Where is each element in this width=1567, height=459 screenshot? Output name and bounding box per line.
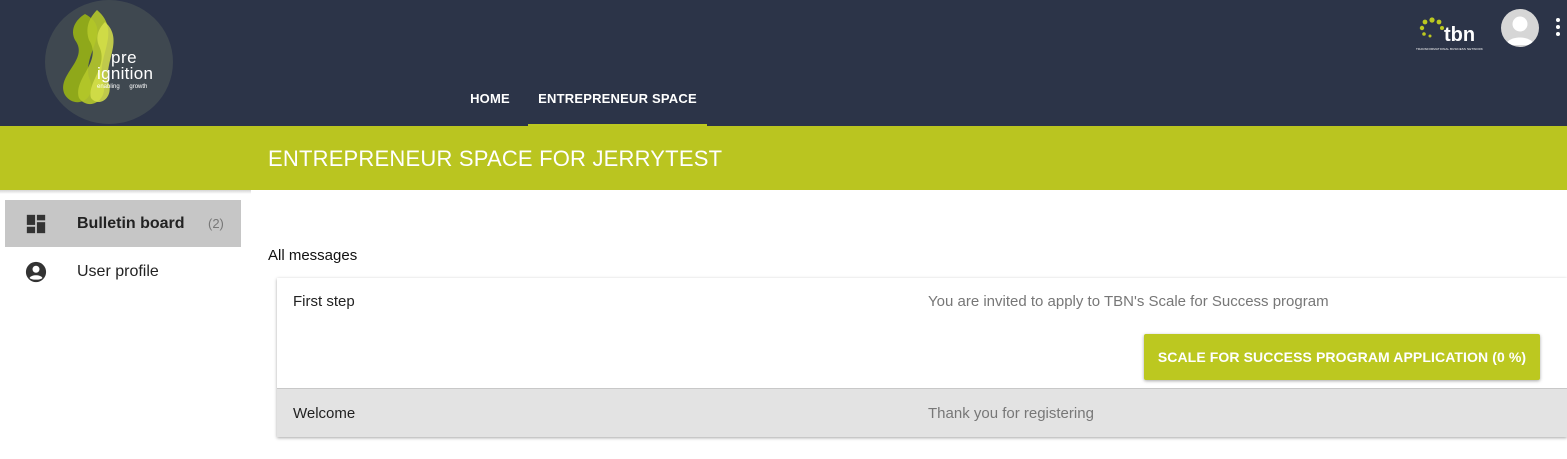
message-row[interactable]: First step You are invited to apply to T… [277, 278, 1567, 388]
tab-home[interactable]: HOME [452, 78, 528, 126]
message-text: Thank you for registering [928, 405, 1094, 422]
logo-tagline: enabling growth [97, 84, 148, 90]
preignition-logo[interactable]: pre ignition enabling growth [45, 0, 173, 124]
sidebar-divider [0, 190, 251, 194]
tbn-tagline: TRANSFORMATIONAL BUSINESS NETWORK [1416, 47, 1483, 51]
user-avatar[interactable] [1501, 9, 1539, 47]
page-banner [0, 126, 1567, 190]
dashboard-icon [26, 214, 46, 233]
message-title: Welcome [293, 405, 356, 422]
tbn-logo-text: tbn [1444, 24, 1476, 46]
tab-entrepreneur-space[interactable]: ENTREPRENEUR SPACE [528, 78, 707, 126]
person-icon [1506, 16, 1534, 45]
page-title: ENTREPRENEUR SPACE FOR JERRYTEST [268, 146, 723, 171]
message-title: First step [293, 293, 355, 310]
message-row[interactable]: Welcome Thank you for registering [277, 388, 1567, 437]
message-text: You are invited to apply to TBN's Scale … [928, 293, 1329, 310]
sidebar-item-label: User profile [77, 262, 159, 280]
logo-text-ignition: ignition [97, 64, 154, 83]
sidebar-item-count: (2) [208, 216, 224, 231]
flame-logo-icon [63, 10, 114, 105]
message-list: First step You are invited to apply to T… [277, 278, 1567, 437]
account-circle-icon [25, 261, 47, 282]
sidebar-item-label: Bulletin board [77, 214, 185, 232]
tab-home-label: HOME [470, 91, 510, 106]
section-heading: All messages [268, 247, 358, 264]
top-app-bar: pre ignition enabling growth HOME ENTREP… [0, 0, 1567, 126]
sidebar-item-user-profile[interactable]: User profile [5, 248, 241, 295]
tab-entrepreneur-space-label: ENTREPRENEUR SPACE [538, 91, 697, 106]
sidebar-item-bulletin-board[interactable]: Bulletin board (2) [5, 200, 241, 247]
tbn-logo[interactable]: tbn TRANSFORMATIONAL BUSINESS NETWORK [1414, 14, 1484, 56]
more-vert-icon[interactable] [1553, 18, 1563, 40]
scale-for-success-application-button[interactable]: SCALE FOR SUCCESS PROGRAM APPLICATION (0… [1144, 334, 1540, 380]
